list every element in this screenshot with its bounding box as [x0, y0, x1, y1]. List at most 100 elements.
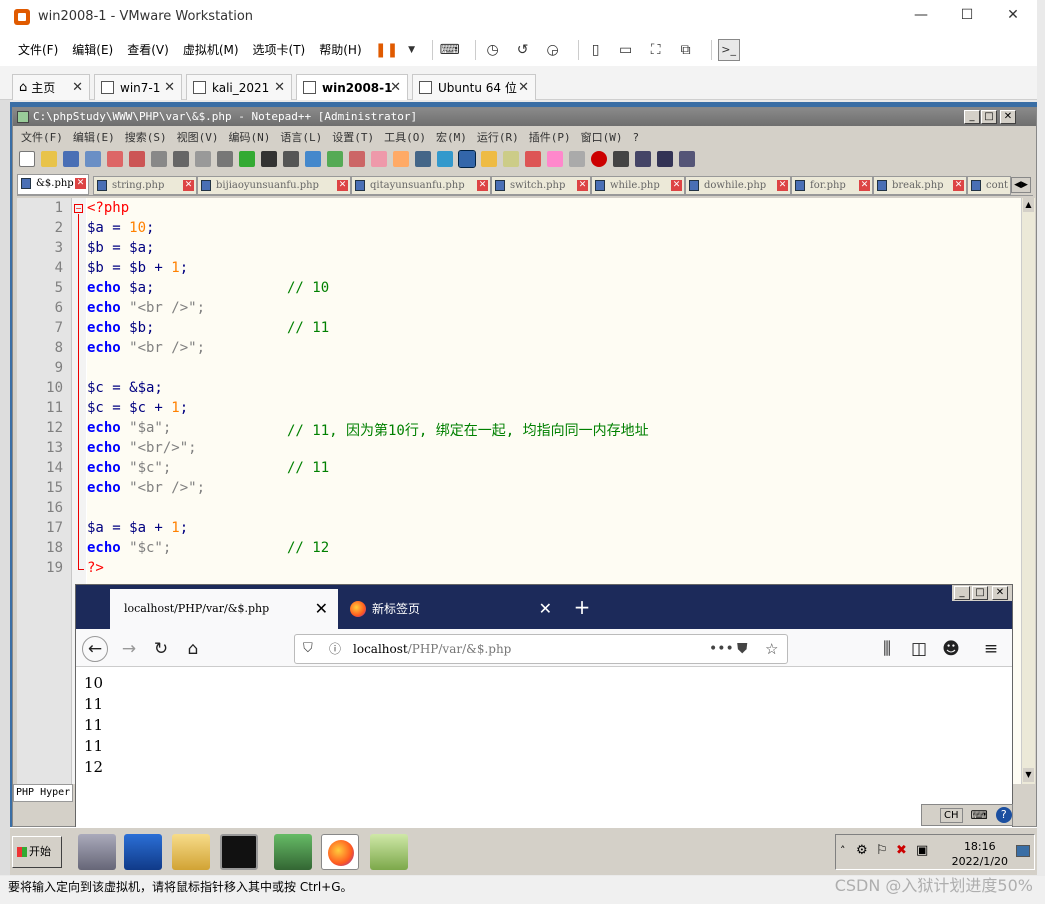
- menu-help[interactable]: ?: [633, 131, 640, 144]
- shield-icon[interactable]: ⛉: [303, 635, 313, 663]
- start-button[interactable]: 开始: [12, 836, 62, 868]
- close-icon[interactable]: ✕: [859, 180, 870, 191]
- tab-ubuntu[interactable]: Ubuntu 64 位 ✕: [412, 74, 536, 100]
- tab-win7-1[interactable]: win7-1 ✕: [94, 74, 182, 100]
- file-tab[interactable]: break.php ✕: [873, 176, 967, 195]
- volume-muted-icon[interactable]: ✖: [896, 843, 907, 858]
- menu-macro[interactable]: 宏(M): [436, 129, 467, 145]
- file-tab[interactable]: bijiaoyunsuanfu.php ✕: [197, 176, 351, 195]
- close-button[interactable]: ✕: [990, 0, 1036, 30]
- sync-horizontal-icon[interactable]: [393, 151, 409, 167]
- tab-active-page[interactable]: localhost/PHP/var/&$.php ✕: [110, 589, 338, 629]
- network-tray-icon[interactable]: ⚙: [856, 843, 868, 858]
- forward-button[interactable]: →: [116, 636, 142, 662]
- file-tab[interactable]: &$.php ✕: [17, 174, 89, 195]
- firefox-taskbar-button[interactable]: [321, 834, 359, 870]
- file-tab[interactable]: dowhile.php ✕: [685, 176, 791, 195]
- close-file-icon[interactable]: [107, 151, 123, 167]
- close-icon[interactable]: ✕: [953, 180, 964, 191]
- menu-encoding[interactable]: 编码(N): [229, 129, 271, 145]
- menu-view[interactable]: 视图(V): [177, 129, 219, 145]
- help-icon[interactable]: ?: [995, 807, 1012, 823]
- menu-edit[interactable]: 编辑(E): [72, 41, 113, 58]
- menu-language[interactable]: 语言(L): [280, 129, 322, 145]
- minimize-button[interactable]: —: [898, 0, 944, 30]
- clock[interactable]: 18:16 2022/1/20: [952, 839, 1008, 869]
- powershell-icon[interactable]: [124, 834, 162, 870]
- library-icon[interactable]: ▯: [585, 39, 607, 61]
- close-icon[interactable]: ✕: [477, 180, 488, 191]
- keyboard-icon[interactable]: ⌨: [971, 808, 988, 822]
- minimize-button[interactable]: _: [964, 110, 980, 124]
- close-icon[interactable]: ✕: [274, 80, 285, 95]
- close-button[interactable]: ✕: [992, 586, 1008, 600]
- back-button[interactable]: ←: [82, 636, 108, 662]
- snapshot-manager-icon[interactable]: ◶: [542, 39, 564, 61]
- file-tab[interactable]: cont: [967, 176, 1011, 195]
- maximize-button[interactable]: □: [981, 110, 997, 124]
- close-icon[interactable]: ✕: [539, 589, 552, 629]
- menu-file[interactable]: 文件(F): [21, 129, 63, 145]
- record-macro-icon[interactable]: [591, 151, 607, 167]
- menu-tabs[interactable]: 选项卡(T): [253, 41, 306, 58]
- paste-icon[interactable]: [217, 151, 233, 167]
- send-ctrl-alt-del-icon[interactable]: ⌨: [439, 39, 461, 61]
- close-all-icon[interactable]: [129, 151, 145, 167]
- sidebar-icon[interactable]: ◫: [906, 636, 932, 662]
- replace-icon[interactable]: [305, 151, 321, 167]
- bookmark-star-icon[interactable]: ☆: [765, 635, 778, 663]
- file-tab[interactable]: for.php ✕: [791, 176, 873, 195]
- scroll-down-icon[interactable]: ▼: [1023, 768, 1034, 782]
- copy-icon[interactable]: [195, 151, 211, 167]
- menu-help[interactable]: 帮助(H): [319, 41, 361, 58]
- zoom-in-icon[interactable]: [327, 151, 343, 167]
- address-bar[interactable]: ⛉ ⓘ localhost/PHP/var/&$.php ••• ⛊ ☆: [294, 634, 788, 664]
- server-manager-icon[interactable]: [78, 834, 116, 870]
- fold-toggle-icon[interactable]: −: [74, 204, 83, 213]
- pocket-icon[interactable]: ⛊: [737, 635, 748, 663]
- explorer-icon[interactable]: [172, 834, 210, 870]
- function-list-icon[interactable]: [525, 151, 541, 167]
- snapshot-icon[interactable]: ◷: [482, 39, 504, 61]
- library-icon[interactable]: ⫼: [874, 636, 900, 662]
- revert-snapshot-icon[interactable]: ↺: [512, 39, 534, 61]
- save-icon[interactable]: [63, 151, 79, 167]
- page-actions-icon[interactable]: •••: [709, 635, 734, 663]
- menu-tools[interactable]: 工具(O): [384, 129, 426, 145]
- new-tab-button[interactable]: +: [570, 593, 594, 621]
- play-macro-icon[interactable]: [635, 151, 651, 167]
- unity-icon[interactable]: ⧉: [675, 39, 697, 61]
- undo-icon[interactable]: [239, 151, 255, 167]
- file-tab[interactable]: string.php ✕: [93, 176, 197, 195]
- chevron-down-icon[interactable]: ▼: [406, 39, 418, 61]
- save-all-icon[interactable]: [85, 151, 101, 167]
- tab-home[interactable]: ⌂ 主页 ✕: [12, 74, 90, 100]
- info-icon[interactable]: ⓘ: [329, 635, 341, 663]
- cmd-icon[interactable]: [220, 834, 258, 870]
- tab-kali[interactable]: kali_2021 ✕: [186, 74, 292, 100]
- tab-scroll-arrows[interactable]: ◀▶: [1011, 177, 1031, 193]
- account-icon[interactable]: ☻: [938, 636, 964, 662]
- doc-map-icon[interactable]: [503, 151, 519, 167]
- menu-window[interactable]: 窗口(W): [581, 129, 623, 145]
- tab-new-tab[interactable]: 新标签页 ✕: [342, 589, 562, 629]
- redo-icon[interactable]: [261, 151, 277, 167]
- open-file-icon[interactable]: [41, 151, 57, 167]
- fullscreen-icon[interactable]: ⛶: [645, 39, 667, 61]
- console-view-icon[interactable]: >_: [717, 38, 740, 61]
- display-icon[interactable]: ▣: [916, 843, 928, 858]
- close-icon[interactable]: ✕: [577, 180, 588, 191]
- close-icon[interactable]: ✕: [390, 80, 401, 95]
- file-tab[interactable]: qitayunsuanfu.php ✕: [351, 176, 491, 195]
- page-content[interactable]: 10 11 11 11 12: [76, 668, 1012, 828]
- close-icon[interactable]: ✕: [72, 80, 83, 95]
- editor-vertical-scrollbar[interactable]: ▲ ▼: [1021, 198, 1035, 784]
- tab-win2008-1[interactable]: win2008-1 ✕: [296, 74, 408, 100]
- thumbnail-bar-icon[interactable]: ▭: [615, 39, 637, 61]
- word-wrap-icon[interactable]: [415, 151, 431, 167]
- scroll-up-icon[interactable]: ▲: [1023, 198, 1034, 212]
- reload-button[interactable]: ↻: [148, 636, 174, 662]
- close-icon[interactable]: ✕: [75, 178, 86, 189]
- close-icon[interactable]: ✕: [518, 80, 529, 95]
- show-all-chars-icon[interactable]: [437, 151, 453, 167]
